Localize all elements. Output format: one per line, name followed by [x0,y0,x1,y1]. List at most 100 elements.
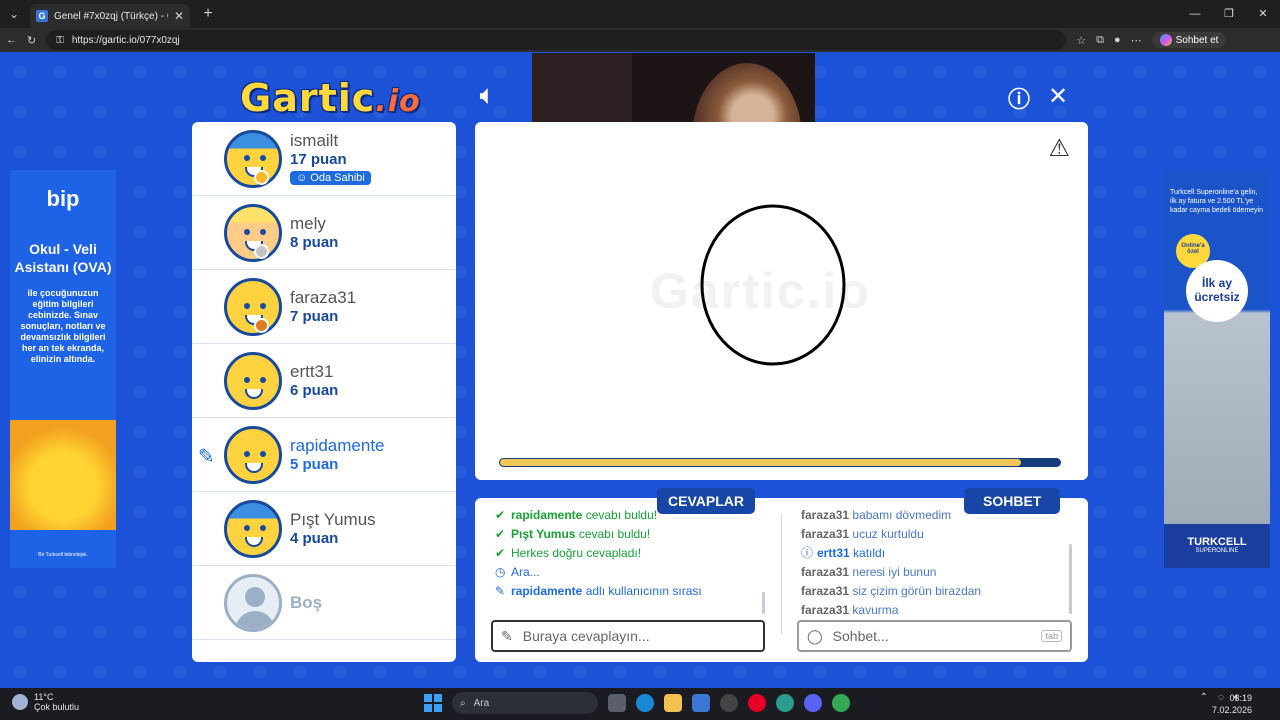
answers-feed: ✔ rapidamente cevabı buldu! ✔ Pışt Yumus c… [495,506,763,616]
ad-left-footer: Bir Turkcell teknolojisi. [38,552,88,558]
drawing-canvas[interactable]: Gartic.io ⚠ [475,122,1088,480]
answer-line: ✔ Herkes doğru cevapladı! [495,544,763,563]
chat-input[interactable]: ◯ Sohbet... tab [797,620,1072,652]
ad-left-headline: Okul - Veli Asistanı (OVA) [14,241,112,275]
favorites-icon[interactable]: ☆ [1076,34,1086,47]
weather-desc: Çok bulutlu [34,702,80,712]
app-icon[interactable] [776,694,794,712]
player-row[interactable]: mely 8 puan [192,196,456,270]
answer-text: cevabı buldu! [585,508,658,522]
new-tab-button[interactable]: + [196,2,220,26]
player-row-drawing[interactable]: ✎ rapidamente 5 puan [192,418,456,492]
browser-tab[interactable]: G Genel #7x0zqj (Türkçe) - Gartic.io ✕ [30,4,190,28]
player-score: 17 puan [290,151,347,168]
round-timer-fill [500,459,1021,466]
player-list: ismailt 17 puan ☺ Oda Sahibi mely 8 puan… [192,122,456,662]
ad-left-body: ile çocuğunuzun eğitim bilgileri cebiniz… [20,288,106,364]
copilot-chat-button[interactable]: Sohbet et [1151,32,1227,48]
chat-text: kavurma [852,603,899,616]
chat-feed: faraza31 babamı dövmedim faraza31 ucuz k… [801,506,1067,616]
player-avatar [224,499,282,558]
player-row[interactable]: ismailt 17 puan ☺ Oda Sahibi [192,122,456,196]
answer-text: adlı kullanıcının sırası [585,584,702,598]
chrome-icon[interactable] [832,694,850,712]
room-owner-badge: ☺ Oda Sahibi [290,171,371,185]
refresh-icon[interactable]: ↻ [27,34,36,47]
chat-user: faraza31 [801,565,850,579]
chat-line: faraza31 siz çizim görün birazdan [801,582,1067,601]
store-icon[interactable] [692,694,710,712]
weather-temp: 11°C [34,692,54,702]
ad-right-badge: İlk ay ücretsiz [1186,260,1248,322]
ad-left[interactable]: bip Okul - Veli Asistanı (OVA) ile çocuğ… [10,170,116,568]
clock-date: 7.02.2026 [1211,705,1252,715]
back-icon[interactable]: ← [6,34,17,46]
copilot-chat-label: Sohbet et [1175,34,1219,46]
player-row[interactable]: faraza31 7 puan [192,270,456,344]
task-view-icon[interactable] [608,694,626,712]
taskbar-clock[interactable]: 03:19 7.02.2026 [1212,692,1252,716]
chat-scrollbar[interactable] [1069,544,1072,614]
chat-line: faraza31 neresi iyi bunun [801,563,1067,582]
minimize-icon[interactable]: — [1178,0,1212,28]
pinterest-icon[interactable] [748,694,766,712]
close-tab-icon[interactable]: ✕ [174,9,184,23]
player-name: mely [290,214,326,233]
info-icon[interactable]: ⓘ [1008,82,1030,114]
status-dot [254,244,269,259]
tray-chevron-icon[interactable]: ⌃ [1200,692,1208,703]
sound-icon[interactable]: 🔈︎ [480,82,494,110]
chat-line: faraza31 kavurma [801,601,1067,616]
player-name: Pışt Yumus [290,510,376,529]
answers-scrollbar[interactable] [762,592,765,614]
browser-tabbar: ⌄ G Genel #7x0zqj (Türkçe) - Gartic.io ✕… [0,0,1280,28]
room-owner-label: Oda Sahibi [310,172,365,184]
status-dot [254,318,269,333]
player-row[interactable]: ertt31 6 puan [192,344,456,418]
answers-chat-panel: CEVAPLAR SOHBET ✔ rapidamente cevabı buld… [475,488,1088,662]
chat-user: faraza31 [801,527,850,541]
answer-text: Herkes doğru cevapladı! [511,546,642,560]
tab-list-icon[interactable]: ⌄ [0,0,28,28]
edge-icon[interactable] [636,694,654,712]
url-field[interactable]: ⚿ https://gartic.io/077x0zqj [46,30,1067,50]
player-name: ertt31 [290,362,334,381]
pencil-input-icon: ✎ [501,627,513,644]
weather-widget[interactable]: 11°C Çok bulutlu [12,692,79,712]
ad-right[interactable]: Turkcell Superonline'a gelin, ilk ay fat… [1164,170,1270,568]
address-bar-actions: ☆ ⧉ ● ⋯ Sohbet et [1076,32,1227,48]
player-row[interactable]: Pışt Yumus 4 puan [192,492,456,566]
profile-icon[interactable]: ● [1114,34,1121,46]
more-icon[interactable]: ⋯ [1131,34,1142,47]
site-info-icon[interactable]: ⚿ [56,35,64,46]
panel-divider [781,514,782,634]
pencil-icon: ✎ [495,584,506,598]
restore-icon[interactable]: ❐ [1212,0,1246,28]
windows-start-icon[interactable] [424,694,442,712]
player-row-empty: Boş [192,566,456,640]
answer-input[interactable]: ✎ Buraya cevaplayın... [491,620,765,652]
player-avatar [224,277,282,336]
empty-avatar-icon [224,573,282,632]
copilot-icon [1159,34,1172,46]
player-name: rapidamente [290,436,385,455]
exit-icon[interactable]: ✕ [1048,82,1068,111]
chat-line: faraza31 babamı dövmedim [801,506,1067,525]
clock-icon: ◷ [495,565,506,579]
player-name: faraza31 [290,288,357,307]
taskbar-search[interactable]: ⌕ Ara [452,692,598,714]
ad-right-brand-sub: SUPERONLINE [1195,548,1239,554]
close-window-icon[interactable]: ✕ [1246,0,1280,28]
taskbar-apps: ⌕ Ara [424,692,850,714]
player-name: ismailt [290,131,339,150]
chat-user: ertt31 [817,546,850,560]
player-avatar [224,351,282,410]
file-explorer-icon[interactable] [664,694,682,712]
empty-slot-label: Boş [290,592,323,612]
collections-icon[interactable]: ⧉ [1096,34,1104,47]
discord-icon[interactable] [804,694,822,712]
check-icon: ✔ [495,527,506,541]
settings-gear-icon[interactable] [720,694,738,712]
answer-text: Ara... [511,565,540,579]
chat-user: faraza31 [801,508,850,522]
